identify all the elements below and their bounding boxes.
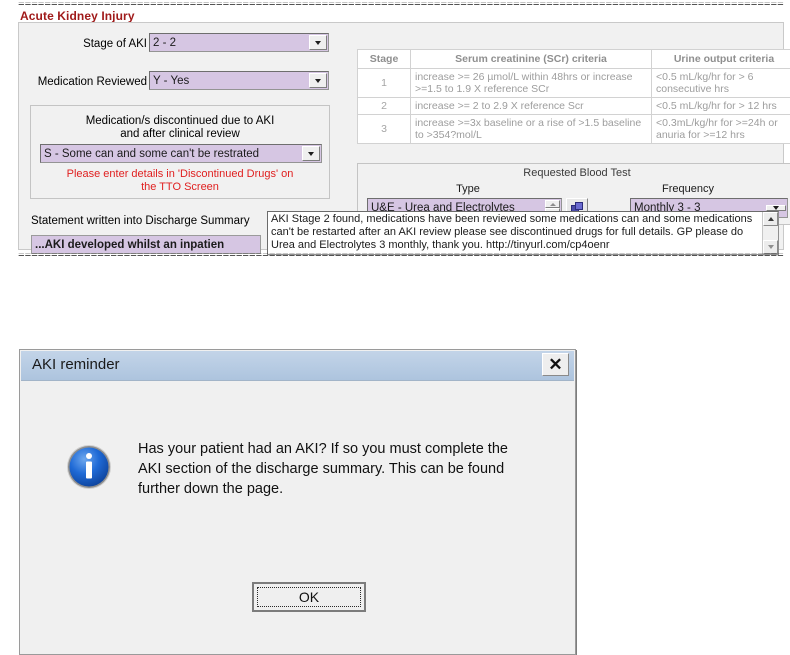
cell-scr: increase >=3x baseline or a rise of >1.5… [410,114,652,144]
info-icon [65,443,113,496]
discontinued-caption-line2: and after clinical review [120,128,240,140]
bottom-separator: ========================================… [18,253,784,260]
table-row: 1 increase >= 26 µmol/L within 48hrs or … [357,68,790,98]
cell-stage: 3 [357,114,411,144]
cell-urine: <0.5 mL/kg/hr for > 6 consecutive hrs [651,68,790,98]
header-stage: Stage [357,49,411,69]
header-urine: Urine output criteria [651,49,790,69]
page-title: Acute Kidney Injury [20,9,135,23]
header-scr: Serum creatinine (SCr) criteria [410,49,652,69]
cell-stage: 2 [357,97,411,115]
discontinued-medications-group: Medication/s discontinued due to AKI and… [30,105,330,199]
discontinued-combo[interactable]: S - Some can and some can't be restrated [40,144,322,163]
top-separator: ========================================… [18,2,784,9]
discontinued-value: S - Some can and some can't be restrated [44,147,260,160]
statement-label: Statement written into Discharge Summary [31,215,250,227]
screen-root: ========================================… [0,0,790,655]
cell-urine: <0.3mL/kg/hr for >=24h or anuria for >=1… [651,114,790,144]
cell-stage: 1 [357,68,411,98]
medication-reviewed-combo[interactable]: Y - Yes [149,71,329,90]
table-header-row: Stage Serum creatinine (SCr) criteria Ur… [357,49,790,69]
chevron-down-icon[interactable] [302,146,320,161]
table-row: 2 increase >= 2 to 2.9 X reference Scr <… [357,97,790,115]
blood-test-type-label: Type [456,183,480,195]
scroll-down-icon[interactable] [763,240,778,254]
table-row: 3 increase >=3x baseline or a rise of >1… [357,114,790,144]
scroll-up-icon[interactable] [763,212,778,226]
warning-line2: the TTO Screen [141,181,219,193]
aki-reminder-dialog: AKI reminder ✕ Has your patient had an A… [19,349,576,655]
textarea-scrollbar[interactable] [762,212,778,254]
medication-reviewed-label: Medication Reviewed [37,76,147,88]
close-icon[interactable]: ✕ [542,353,569,376]
aki-criteria-table: Stage Serum creatinine (SCr) criteria Ur… [357,49,790,144]
aki-panel: Stage of AKI 2 - 2 Medication Reviewed Y… [18,22,790,255]
cell-urine: <0.5 mL/kg/hr for > 12 hrs [651,97,790,115]
dialog-title: AKI reminder [32,356,120,373]
blood-test-title: Requested Blood Test [523,167,631,179]
spinner-up-icon[interactable] [545,200,560,208]
statement-button[interactable]: ...AKI developed whilst an inpatien [31,235,261,254]
discharge-summary-textarea[interactable]: AKI Stage 2 found, medications have been… [267,211,779,255]
stage-of-aki-value: 2 - 2 [153,36,177,49]
discharge-summary-text: AKI Stage 2 found, medications have been… [271,213,753,251]
discontinued-caption-line1: Medication/s discontinued due to AKI [85,115,275,127]
cell-scr: increase >= 2 to 2.9 X reference Scr [410,97,652,115]
dialog-message: Has your patient had an AKI? If so you m… [138,441,508,497]
medication-reviewed-value: Y - Yes [153,74,190,87]
cell-scr: increase >= 26 µmol/L within 48hrs or in… [410,68,652,98]
warning-line1: Please enter details in 'Discontinued Dr… [66,168,294,180]
ok-button-label: OK [257,587,361,607]
stage-of-aki-label: Stage of AKI [83,38,147,50]
chevron-down-icon[interactable] [309,35,327,50]
stage-of-aki-combo[interactable]: 2 - 2 [149,33,329,52]
chevron-down-icon[interactable] [309,73,327,88]
blood-test-frequency-label: Frequency [662,183,714,195]
ok-button[interactable]: OK [252,582,366,612]
